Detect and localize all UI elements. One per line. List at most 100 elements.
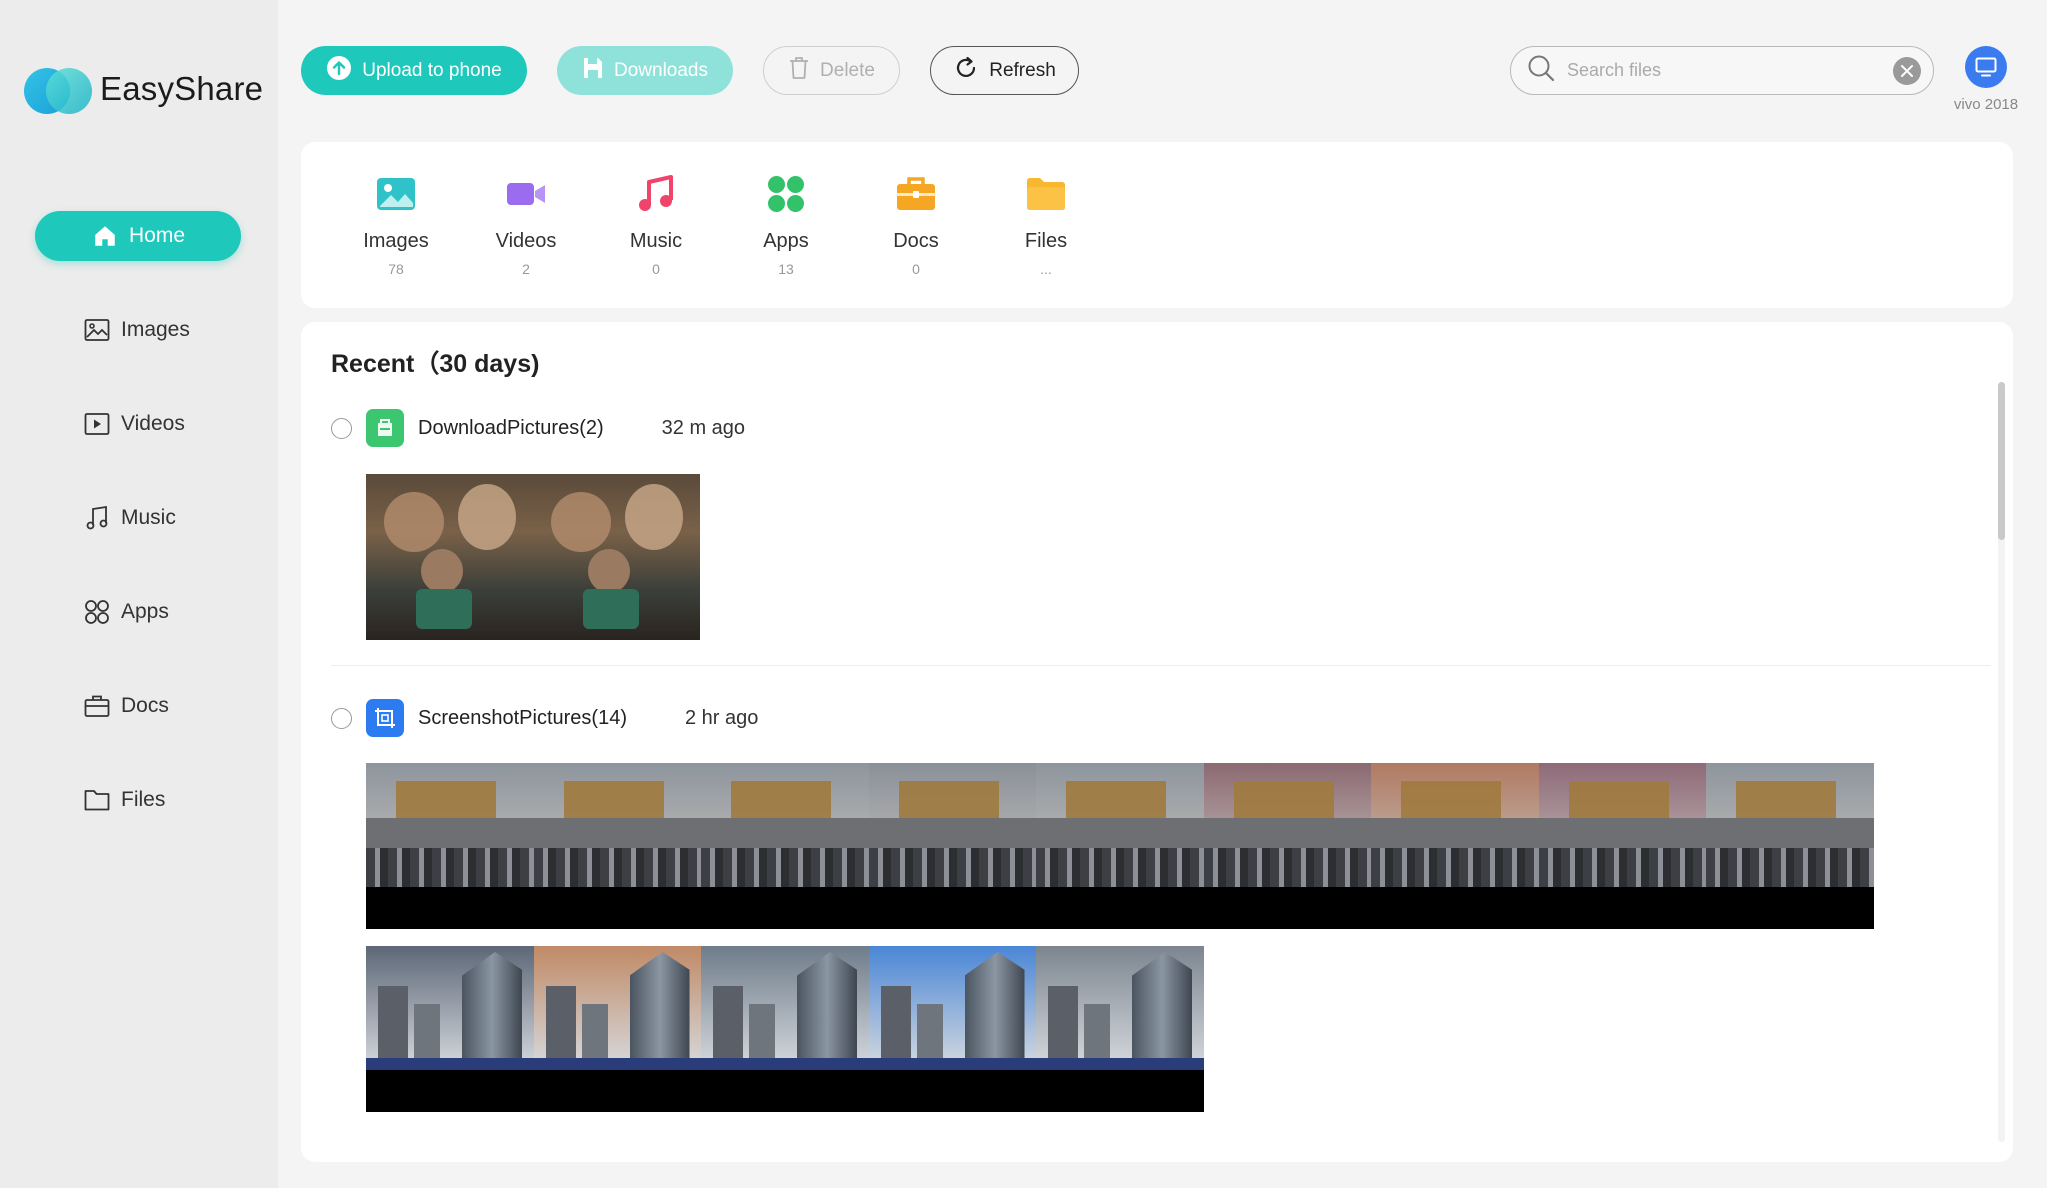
category-panel: Images 78 Videos 2 Music 0 Apps 13 Docs … — [301, 142, 2013, 308]
refresh-icon — [953, 55, 979, 87]
screenshot-thumbnail[interactable] — [533, 763, 701, 929]
group-time: 32 m ago — [661, 416, 746, 439]
app-logo: EasyShare — [24, 64, 263, 114]
recent-group-header: ScreenshotPictures(14) 2 hr ago — [331, 699, 758, 737]
clear-search-icon[interactable] — [1893, 56, 1921, 85]
screenshot-thumbnail[interactable] — [701, 946, 869, 1112]
group-divider — [331, 665, 1991, 666]
sidebar-item-label: Home — [128, 224, 186, 247]
toolbar: Upload to phone Downloads Delete Refresh — [301, 46, 1079, 95]
category-count: 2 — [522, 261, 530, 277]
downloads-button[interactable]: Downloads — [557, 46, 733, 95]
group-name: ScreenshotPictures(14) — [418, 706, 627, 729]
sidebar-item-label: Docs — [121, 694, 169, 717]
apps-icon — [83, 598, 111, 626]
trash-icon — [788, 56, 810, 86]
category-label: Files — [1024, 230, 1068, 252]
app-name: EasyShare — [100, 70, 264, 107]
screenshot-thumbnail[interactable] — [1538, 763, 1706, 929]
category-count: 0 — [652, 261, 660, 277]
sidebar-item-label: Apps — [121, 600, 169, 623]
app-window: EasyShare Home Images Videos Music Apps … — [0, 0, 2047, 1188]
briefcase-icon — [894, 172, 938, 216]
music-note-icon — [634, 172, 678, 216]
category-images[interactable]: Images 78 — [331, 172, 461, 277]
image-icon — [83, 316, 111, 344]
category-label: Apps — [763, 230, 809, 252]
recent-group-header: DownloadPictures(2) 32 m ago — [331, 409, 745, 447]
logo-mark-icon — [24, 64, 94, 114]
sidebar: EasyShare Home Images Videos Music Apps … — [0, 0, 278, 1188]
folder-icon — [1024, 172, 1068, 216]
category-videos[interactable]: Videos 2 — [461, 172, 591, 277]
screenshot-icon — [366, 699, 404, 737]
category-count: ... — [1040, 261, 1052, 277]
upload-icon — [326, 55, 352, 87]
search-input[interactable] — [1567, 60, 1893, 81]
sidebar-item-files[interactable]: Files — [35, 775, 241, 825]
category-apps[interactable]: Apps 13 — [721, 172, 851, 277]
save-disk-icon — [582, 56, 604, 86]
refresh-label: Refresh — [989, 59, 1056, 81]
category-count: 0 — [912, 261, 920, 277]
refresh-button[interactable]: Refresh — [930, 46, 1079, 95]
screenshot-thumbnail[interactable] — [366, 946, 534, 1112]
sidebar-item-music[interactable]: Music — [35, 493, 241, 543]
recent-title: Recent（30 days) — [331, 350, 540, 378]
home-icon — [91, 222, 119, 250]
sidebar-item-docs[interactable]: Docs — [35, 681, 241, 731]
video-camera-icon — [504, 172, 548, 216]
screenshot-thumbnail[interactable] — [1706, 763, 1874, 929]
sidebar-item-home[interactable]: Home — [35, 211, 241, 261]
photo-thumbnail[interactable] — [366, 474, 533, 640]
sidebar-item-videos[interactable]: Videos — [35, 399, 241, 449]
category-label: Docs — [893, 230, 939, 252]
sidebar-item-apps[interactable]: Apps — [35, 587, 241, 637]
category-count: 13 — [778, 261, 794, 277]
category-label: Images — [363, 230, 429, 252]
upload-to-phone-label: Upload to phone — [362, 59, 502, 81]
category-label: Videos — [495, 230, 557, 252]
briefcase-icon — [83, 692, 111, 720]
screenshot-thumbnail[interactable] — [1371, 763, 1539, 929]
select-group-radio[interactable] — [331, 707, 352, 729]
category-files[interactable]: Files ... — [981, 172, 1111, 277]
apps-grid-icon — [764, 172, 808, 216]
screenshot-thumbnail[interactable] — [366, 763, 534, 929]
sidebar-item-label: Videos — [121, 412, 185, 435]
thumbnail-strip — [366, 946, 1204, 1112]
sidebar-item-label: Music — [121, 506, 176, 529]
scrollbar-thumb[interactable] — [1998, 382, 2005, 540]
screenshot-thumbnail[interactable] — [1036, 763, 1204, 929]
screenshot-thumbnail[interactable] — [1203, 763, 1371, 929]
screenshot-thumbnail[interactable] — [868, 946, 1036, 1112]
category-docs[interactable]: Docs 0 — [851, 172, 981, 277]
thumbnail-strip — [366, 763, 1874, 929]
category-label: Music — [629, 230, 683, 252]
select-group-radio[interactable] — [331, 417, 352, 439]
music-icon — [83, 504, 111, 532]
search-box — [1510, 46, 1934, 95]
folder-icon — [83, 786, 111, 814]
group-name: DownloadPictures(2) — [418, 416, 604, 439]
download-folder-icon — [366, 409, 404, 447]
connected-device[interactable]: vivo 2018 — [1946, 46, 2026, 113]
upload-to-phone-button[interactable]: Upload to phone — [301, 46, 527, 95]
category-music[interactable]: Music 0 — [591, 172, 721, 277]
group-time: 2 hr ago — [684, 706, 759, 729]
category-count: 78 — [388, 261, 404, 277]
monitor-icon — [1965, 46, 2007, 88]
screenshot-thumbnail[interactable] — [701, 763, 869, 929]
sidebar-item-label: Images — [121, 318, 190, 341]
thumbnail-strip — [366, 474, 700, 640]
delete-button[interactable]: Delete — [763, 46, 900, 95]
delete-label: Delete — [820, 59, 875, 81]
device-name: vivo 2018 — [1953, 96, 2019, 113]
photo-thumbnail[interactable] — [533, 474, 700, 640]
downloads-label: Downloads — [614, 59, 708, 81]
screenshot-thumbnail[interactable] — [868, 763, 1036, 929]
screenshot-thumbnail[interactable] — [533, 946, 701, 1112]
sidebar-item-images[interactable]: Images — [35, 305, 241, 355]
recent-panel: Recent（30 days) DownloadPictures(2) 32 m… — [301, 322, 2013, 1162]
screenshot-thumbnail[interactable] — [1036, 946, 1204, 1112]
